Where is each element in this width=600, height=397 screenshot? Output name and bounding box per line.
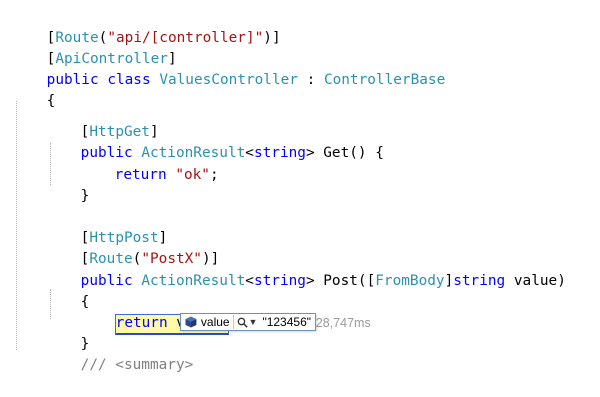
- code-line-get-method: public ActionResult<string> Get() {: [80, 145, 384, 161]
- code-line-route-attribute: [Route("api/[controller]")]: [46, 30, 281, 46]
- code-line-class-declaration: public class ValuesController : Controll…: [46, 72, 446, 88]
- code-line-return-ok: return "ok";: [114, 167, 219, 183]
- debugger-datatip[interactable]: value ▼ "123456": [180, 313, 316, 331]
- indent-guide: [16, 101, 17, 350]
- code-line-route-postx-attribute: [Route("PostX")]: [80, 251, 220, 267]
- code-line-httppost-attribute: [HttpPost]: [80, 230, 168, 246]
- code-line-brace-close-post: }: [80, 336, 90, 352]
- datatip-value[interactable]: "123456": [262, 315, 311, 329]
- magnifier-icon[interactable]: [237, 317, 248, 328]
- code-line-post-method: public ActionResult<string> Post([FromBo…: [80, 273, 566, 289]
- code-line-brace-open: {: [46, 93, 56, 109]
- code-line-brace-open-post: {: [80, 294, 90, 310]
- cube-icon: [185, 316, 197, 328]
- code-editor[interactable]: [Route("api/[controller]")] [ApiControll…: [0, 0, 600, 373]
- datatip-separator: [232, 315, 234, 329]
- code-line-brace-close-get: }: [80, 188, 90, 204]
- code-line-apicontroller-attribute: [ApiController]: [46, 51, 177, 67]
- code-line-return-value[interactable]: return value;已用时间 <= 628,747ms: [80, 292, 371, 335]
- dropdown-caret-icon[interactable]: ▼: [249, 317, 258, 327]
- code-line-summary-comment: /// <summary>: [80, 357, 194, 373]
- code-line-httpget-attribute: [HttpGet]: [80, 124, 159, 140]
- datatip-variable-name: value: [200, 315, 230, 329]
